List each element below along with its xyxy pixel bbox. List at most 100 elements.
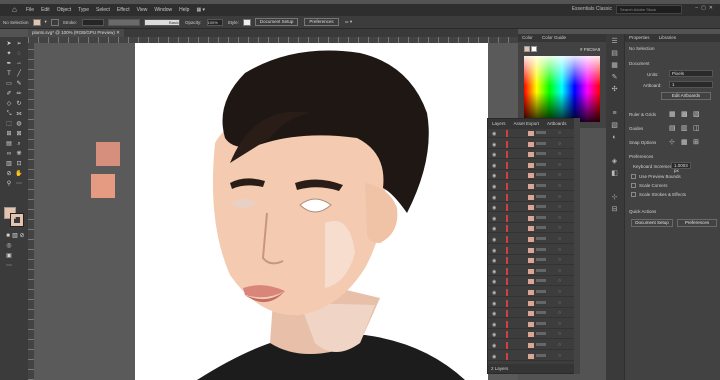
panel-stroke-swatch[interactable] [531, 46, 537, 52]
target-circle-icon[interactable]: ○ [558, 151, 561, 157]
type-tool-icon[interactable]: T [5, 71, 13, 78]
grid-icon[interactable]: ▩ [681, 110, 688, 118]
visibility-eye-icon[interactable]: ◉ [492, 311, 496, 317]
free-transform-icon[interactable]: ⬚ [5, 121, 13, 128]
layer-name[interactable] [536, 173, 546, 177]
rotate-icon[interactable]: ↻ [15, 101, 23, 108]
libraries-icon[interactable]: ▤ [610, 50, 619, 58]
visibility-eye-icon[interactable]: ◉ [492, 216, 496, 222]
quick-document-setup-button[interactable]: Document Setup [631, 219, 673, 227]
layer-row[interactable]: ◉ ○ [488, 299, 574, 308]
preferences-button[interactable]: Preferences [304, 18, 339, 26]
gradient-panel-icon[interactable]: ▧ [610, 122, 619, 130]
target-circle-icon[interactable]: ○ [558, 194, 561, 200]
window-controls[interactable]: –▢✕ [695, 5, 716, 11]
stroke-panel-icon[interactable]: ≡ [610, 110, 619, 118]
layer-name[interactable] [536, 247, 546, 251]
lasso-icon[interactable]: ◌ [15, 51, 23, 58]
menu-object[interactable]: Object [57, 7, 71, 13]
layer-row[interactable]: ◉ ○ [488, 130, 574, 138]
graph-icon[interactable]: ▥ [5, 161, 13, 168]
layer-name[interactable] [536, 237, 546, 240]
edit-artboards-button[interactable]: Edit Artboards [661, 92, 711, 100]
quick-preferences-button[interactable]: Preferences [677, 219, 717, 227]
line-tool-icon[interactable]: ╱ [15, 71, 23, 78]
artboard[interactable] [135, 43, 488, 380]
visibility-eye-icon[interactable]: ◉ [492, 279, 496, 285]
transparency-grid-icon[interactable]: ▧ [693, 110, 700, 118]
layer-name[interactable] [536, 311, 546, 315]
visibility-eye-icon[interactable]: ◉ [492, 332, 496, 338]
stroke-color-swatch[interactable] [10, 213, 24, 227]
rectangle-tool-icon[interactable]: ▭ [5, 81, 13, 88]
layer-name[interactable] [536, 162, 546, 166]
shaper-icon[interactable]: ✐ [5, 91, 13, 98]
magic-wand-icon[interactable]: ✦ [5, 51, 13, 58]
document-tab[interactable]: plants.svg* @ 100% (RGB/GPU Preview) ✕ [28, 29, 124, 37]
layer-row[interactable]: ◉ ○ [488, 331, 574, 340]
transparency-icon[interactable]: ◐ [610, 134, 619, 142]
direct-selection-icon[interactable]: ➢ [15, 41, 23, 48]
menu-file[interactable]: File [26, 7, 34, 13]
panel-fill-swatch[interactable] [524, 46, 530, 52]
more-tools-icon[interactable]: ⋯ [15, 181, 23, 188]
stock-search-input[interactable]: Search Adobe Stock [616, 5, 682, 14]
layer-row[interactable]: ◉ ○ [488, 151, 574, 160]
portrait-illustration[interactable] [135, 43, 488, 380]
color-sample-1[interactable] [96, 142, 120, 166]
scale-strokes-checkbox[interactable] [631, 192, 636, 197]
target-circle-icon[interactable]: ○ [558, 257, 561, 263]
visibility-eye-icon[interactable]: ◉ [492, 237, 496, 243]
perspective-icon[interactable]: ⊞ [5, 131, 13, 138]
slice-icon[interactable]: ⊘ [5, 171, 13, 178]
paintbrush-icon[interactable]: ✎ [15, 81, 23, 88]
target-circle-icon[interactable]: ○ [558, 310, 561, 316]
target-circle-icon[interactable]: ○ [558, 289, 561, 295]
layer-row[interactable]: ◉ ○ [488, 320, 574, 329]
menu-window[interactable]: Window [154, 7, 172, 13]
visibility-eye-icon[interactable]: ◉ [492, 163, 496, 169]
edit-toolbar-icon[interactable]: ⋯ [5, 263, 13, 270]
visibility-eye-icon[interactable]: ◉ [492, 301, 496, 307]
visibility-eye-icon[interactable]: ◉ [492, 343, 496, 349]
layer-row[interactable]: ◉ ○ [488, 172, 574, 181]
workspace-switcher[interactable]: Essentials Classic [572, 6, 612, 12]
stroke-weight-input[interactable] [82, 18, 105, 26]
target-circle-icon[interactable]: ○ [558, 130, 561, 136]
layer-name[interactable] [536, 152, 546, 156]
properties-icon[interactable]: ☰ [610, 38, 619, 46]
blend-icon[interactable]: ∞ [5, 151, 13, 158]
visibility-eye-icon[interactable]: ◉ [492, 258, 496, 264]
menu-help[interactable]: Help [179, 7, 189, 13]
appearance-icon[interactable]: ◈ [610, 158, 619, 166]
tab-asset-export[interactable]: Asset Export [510, 119, 544, 129]
draw-mode-icon[interactable]: ◎ [5, 243, 13, 250]
smart-guides-icon[interactable]: ◫ [693, 124, 700, 132]
scale-corners-checkbox[interactable] [631, 183, 636, 188]
target-circle-icon[interactable]: ○ [558, 268, 561, 274]
target-circle-icon[interactable]: ○ [558, 300, 561, 306]
visibility-eye-icon[interactable]: ◉ [492, 195, 496, 201]
layer-name[interactable] [536, 205, 546, 209]
layer-row[interactable]: ◉ ○ [488, 342, 574, 350]
fill-swatch[interactable] [32, 18, 41, 26]
layer-row[interactable]: ◉ ○ [488, 225, 574, 234]
layer-name[interactable] [536, 141, 546, 145]
zoom-tool-icon[interactable]: ⚲ [5, 181, 13, 188]
opacity-input[interactable]: 100% [206, 18, 223, 26]
eraser-icon[interactable]: ◇ [5, 101, 13, 108]
tab-properties[interactable]: Properties [625, 35, 654, 40]
chevron-down-icon[interactable]: ▾ [45, 19, 47, 25]
keyboard-increment-input[interactable]: 1.0003 px [671, 162, 691, 173]
visibility-eye-icon[interactable]: ◉ [492, 290, 496, 296]
menu-edit[interactable]: Edit [41, 7, 50, 13]
brushes-icon[interactable]: ✎ [610, 74, 619, 82]
gradient-icon[interactable]: ▤ [5, 141, 13, 148]
scale-icon[interactable]: ⤡ [5, 111, 13, 118]
layers-scrollbar[interactable] [574, 118, 580, 374]
layer-row[interactable]: ◉ ○ [488, 193, 574, 202]
visibility-eye-icon[interactable]: ◉ [492, 205, 496, 211]
visibility-eye-icon[interactable]: ◉ [492, 354, 496, 360]
none-mode-icon[interactable]: ⊘ [18, 233, 26, 240]
visibility-eye-icon[interactable]: ◉ [492, 269, 496, 275]
